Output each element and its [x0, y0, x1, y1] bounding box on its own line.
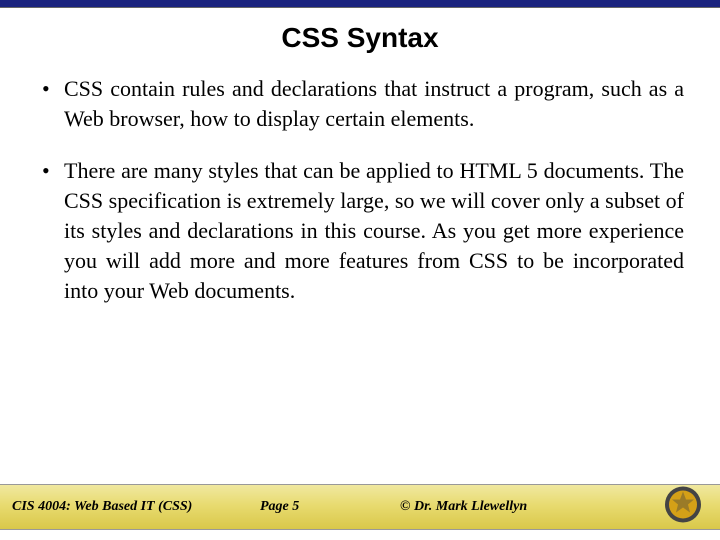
slide-title: CSS Syntax	[0, 22, 720, 54]
bullet-marker-icon: •	[36, 156, 64, 306]
bullet-item: • CSS contain rules and declarations tha…	[36, 74, 684, 134]
footer-page-label: Page 5	[260, 499, 400, 515]
bullet-text: There are many styles that can be applie…	[64, 156, 684, 306]
bullet-marker-icon: •	[36, 74, 64, 134]
top-accent-bar	[0, 0, 720, 8]
footer-bar: CIS 4004: Web Based IT (CSS) Page 5 © Dr…	[0, 484, 720, 530]
bullet-text: CSS contain rules and declarations that …	[64, 74, 684, 134]
footer-course-label: CIS 4004: Web Based IT (CSS)	[0, 499, 260, 515]
bullet-item: • There are many styles that can be appl…	[36, 156, 684, 306]
slide-content: • CSS contain rules and declarations tha…	[0, 74, 720, 306]
ucf-logo-icon	[664, 486, 702, 529]
